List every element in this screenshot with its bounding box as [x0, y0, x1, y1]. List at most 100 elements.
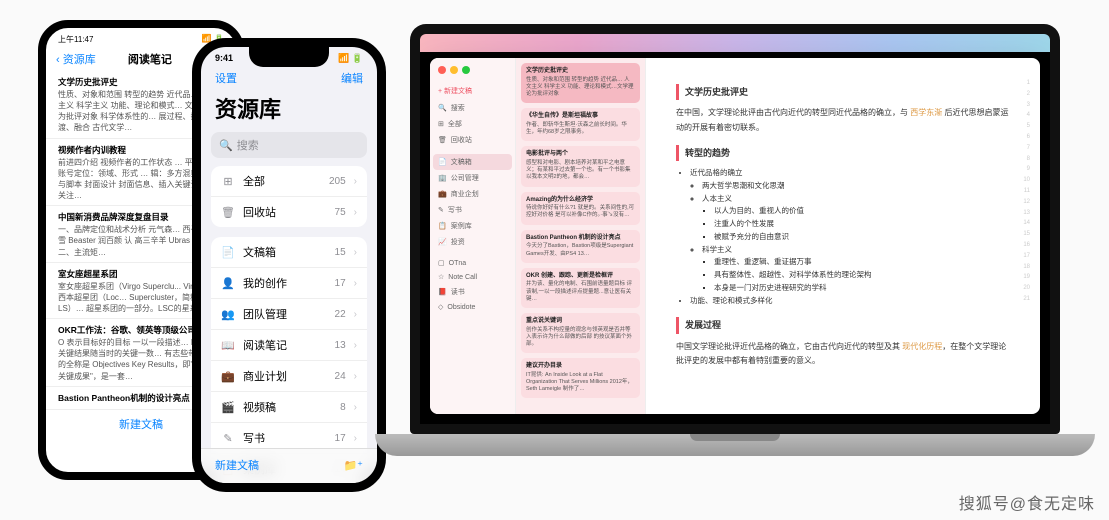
li: 科学主义 重理性、重逻辑、重证据万事具有整体性、超越性、对科学体系性的理论架构本…	[702, 244, 1010, 295]
li: 具有整体性、超越性、对科学体系性的理论架构	[714, 269, 1010, 282]
minimize-icon[interactable]	[450, 66, 458, 74]
note-body: IT昆供: An Inside Look at a Flat Organizat…	[526, 372, 635, 393]
sidebar-item[interactable]: 📋 案例库	[430, 218, 515, 234]
laptop-screen: + 新建文稿 🔍 搜索 ⊞ 全部 🗑 回收站 📄 文稿箱 🏢 公司管理 💼 商业…	[410, 24, 1060, 434]
sidebar-item-trash[interactable]: 🗑回收站75›	[211, 197, 367, 227]
label: 投资	[451, 237, 465, 247]
sidebar-item-selected[interactable]: 📄 文稿箱	[433, 154, 512, 170]
new-doc-button[interactable]: 新建文稿	[215, 457, 259, 473]
label: 写书	[448, 205, 462, 215]
note-body: 性质、对象和范围 转型的趋势 近代品… 人文主义 科学主义 功能、理论和模式…文…	[526, 77, 635, 98]
sidebar-item[interactable]: ▢ OTna	[430, 256, 515, 270]
note-title: Amazing的为什么经济学	[526, 197, 635, 205]
time: 上午11:47	[58, 34, 93, 45]
label: 文稿箱	[243, 244, 327, 260]
count: 17	[335, 433, 346, 444]
doc-h3: 发展过程	[676, 317, 1010, 333]
li: 重理性、重逻辑、重证据万事	[714, 256, 1010, 269]
li: 注重人的个性发展	[714, 218, 1010, 231]
sidebar-item[interactable]: 📈投资14›	[211, 485, 367, 492]
chevron-right-icon: ›	[354, 309, 357, 320]
doc-h1: 文学历史批评史	[676, 84, 1010, 100]
li: 人本主义 以人为目的、重视人的价值注重人的个性发展被赋予充分的自由意识	[702, 193, 1010, 244]
trash-icon: 🗑	[221, 206, 235, 219]
note-body: 作者、即斩华生斯坦·沃森之前长时间。华生，年约68岁之限事务。	[526, 122, 635, 136]
sidebar-item[interactable]: 👤我的创作17›	[211, 268, 367, 299]
sidebar-item[interactable]: ☆ Note Call	[430, 270, 515, 284]
page-title: 资源库	[201, 90, 377, 132]
time: 9:41	[215, 53, 233, 64]
sidebar-item-all[interactable]: ⊞全部205›	[211, 166, 367, 197]
doc-icon: 📄	[221, 246, 235, 259]
note-body: 今天分了Bastion，Bastion项级是Supergiant Games开发…	[526, 243, 635, 257]
sidebar-item[interactable]: 📄文稿箱15›	[211, 237, 367, 268]
briefcase-icon: 💼	[221, 370, 235, 383]
sidebar-item[interactable]: ⊞ 全部	[430, 116, 515, 132]
sidebar-item[interactable]: ✎ 写书	[430, 202, 515, 218]
search-input[interactable]: 🔍搜索	[211, 132, 367, 158]
list-item[interactable]: 建议开办目录IT昆供: An Inside Look at a Flat Org…	[521, 358, 640, 398]
sidebar-item[interactable]: 👥团队管理22›	[211, 299, 367, 330]
edit-button[interactable]: 编辑	[341, 70, 363, 86]
sidebar-item[interactable]: 🎬视频稿8›	[211, 392, 367, 423]
label: 回收站	[243, 204, 327, 220]
label: 商业计划	[243, 368, 327, 384]
sidebar-item[interactable]: 🔍 搜索	[430, 100, 515, 116]
count: 13	[335, 340, 346, 351]
paragraph: 中国文学理论批评近代品格的确立，它由古代向近代的转型及其 现代化历程，在整个文学…	[676, 340, 1010, 369]
chevron-right-icon: ›	[354, 340, 357, 351]
chevron-right-icon: ›	[354, 402, 357, 413]
label: 写书	[243, 430, 327, 446]
sidebar-item[interactable]: 📖 阅读笔记 13 ›	[211, 330, 367, 361]
settings-button[interactable]: 设置	[215, 70, 237, 86]
label: 回收站	[451, 135, 472, 145]
label: 搜索	[451, 103, 465, 113]
sidebar-item[interactable]: 💼商业计划24›	[211, 361, 367, 392]
note-list: 文学历史批评史性质、对象和范围 转型的趋势 近代品… 人文主义 科学主义 功能、…	[516, 58, 646, 414]
list-item[interactable]: OKR 创建、跟踪、更新是检框评并为该、量化的电制、石围前语量题目标 评该制,一…	[521, 268, 640, 308]
search-icon: 🔍	[219, 139, 233, 152]
list-item-selected[interactable]: 文学历史批评史性质、对象和范围 转型的趋势 近代品… 人文主义 科学主义 功能、…	[521, 63, 640, 103]
list-item[interactable]: 重点说关键词创作关系不构控量的观念与领英观是否并等 入表示许为什么部做的后部 的…	[521, 313, 640, 353]
sidebar-item[interactable]: 📕 读书	[430, 284, 515, 300]
editor[interactable]: 123456789101112131415161718192021 文学历史批评…	[646, 58, 1040, 414]
list-item[interactable]: Bastion Pantheon 机制的设计亮点今天分了Bastion，Bast…	[521, 230, 640, 263]
sidebar-item[interactable]: ◇ Obsidote	[430, 300, 515, 314]
label: 公司管理	[451, 173, 479, 183]
sidebar-item[interactable]: 📈 投资	[430, 234, 515, 250]
note-title: 电影批评与两个	[526, 151, 635, 159]
new-doc-button[interactable]: + 新建文稿	[430, 82, 515, 100]
chevron-right-icon: ›	[354, 247, 357, 258]
back-label: 资源库	[63, 54, 96, 66]
label: 阅读笔记	[243, 337, 327, 353]
list-item[interactable]: 电影批评与两个感型和对电影、剧本培养对某和平之电意义；有某和平过去第一个也。有一…	[521, 146, 640, 186]
highlight: 现代化历程	[902, 342, 942, 351]
label: 文稿箱	[451, 157, 472, 167]
pencil-icon: ✎	[221, 432, 235, 445]
sidebar-item[interactable]: 💼 商业企划	[430, 186, 515, 202]
book-icon: 📖	[221, 339, 235, 352]
window-controls[interactable]	[430, 58, 515, 82]
note-title: 文学历史批评史	[526, 68, 635, 76]
li: 近代品格的确立 两大哲学思潮和文化思潮 人本主义 以人为目的、重视人的价值注重人…	[690, 167, 1010, 295]
chevron-right-icon: ›	[354, 433, 357, 444]
list-item[interactable]: Amazing的为什么经济学待说你好好有什么?1 就是的。关系间性的,可控好对价…	[521, 192, 640, 225]
list-item[interactable]: 《华生自传》是斯坦福故事作者、即斩华生斯坦·沃森之前长时间。华生，年约68岁之限…	[521, 108, 640, 141]
note-title: Bastion Pantheon 机制的设计亮点	[526, 235, 635, 243]
person-icon: 👤	[221, 277, 235, 290]
count: 8	[340, 402, 346, 413]
label: OTna	[449, 260, 467, 267]
note-title: 重点说关键词	[526, 318, 635, 326]
note-title: 《华生自传》是斯坦福故事	[526, 113, 635, 121]
sidebar-item[interactable]: 🏢 公司管理	[430, 170, 515, 186]
highlight: 西学东渐	[910, 108, 942, 117]
chevron-right-icon: ›	[354, 278, 357, 289]
close-icon[interactable]	[438, 66, 446, 74]
list: 近代品格的确立 两大哲学思潮和文化思潮 人本主义 以人为目的、重视人的价值注重人…	[676, 167, 1010, 307]
li: 本身是一门对历史进程研究的学科	[714, 282, 1010, 295]
folder-add-icon[interactable]: 📁⁺	[343, 459, 363, 472]
back-button[interactable]: ‹ 资源库	[56, 51, 96, 67]
sidebar-item[interactable]: 🗑 回收站	[430, 132, 515, 148]
maximize-icon[interactable]	[462, 66, 470, 74]
text: 科学主义	[702, 245, 732, 254]
